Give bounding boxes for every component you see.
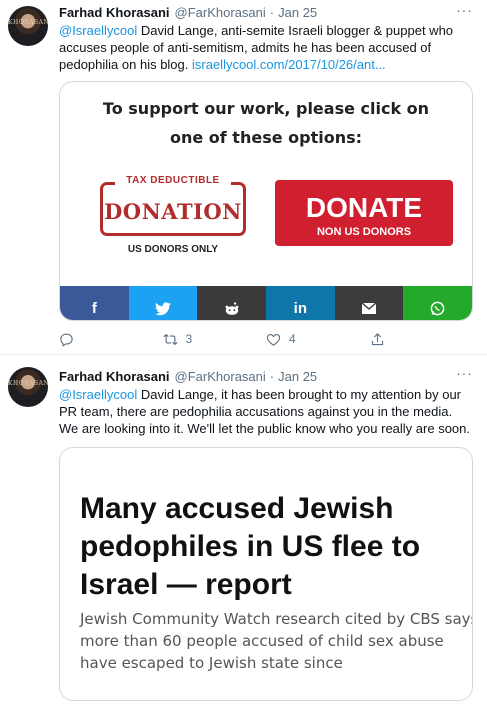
us-donors-label: US DONORS ONLY: [127, 244, 219, 255]
tweet-actions: 3 4: [59, 325, 473, 353]
tweet-header: Farhad Khorasani @FarKhorasani · Jan 25: [59, 367, 473, 386]
avatar-text: KHORASANI: [8, 380, 48, 387]
like-count: 4: [289, 332, 296, 346]
share-icon: [371, 332, 383, 345]
tweet-text: @Israellycool David Lange, it has been b…: [59, 386, 473, 437]
share-bar: f in: [60, 286, 472, 320]
tweet[interactable]: KHORASANI ··· Farhad Khorasani @FarKhora…: [0, 354, 487, 706]
card-headline: To support our work, please click on one…: [102, 99, 430, 147]
tax-deductible-donation-button[interactable]: TAX DEDUCTIBLE DONATION: [100, 175, 246, 236]
tweet-header: Farhad Khorasani @FarKhorasani · Jan 25: [59, 3, 473, 22]
link-card[interactable]: To support our work, please click on one…: [59, 81, 473, 321]
non-us-donors-label: NON US DONORS: [316, 226, 412, 238]
url-link[interactable]: israellycool.com/2017/10/26/ant...: [192, 57, 386, 72]
article-subhead: Jewish Community Watch research cited by…: [80, 610, 473, 672]
reply-icon: [60, 333, 73, 347]
linkedin-icon: in: [293, 300, 308, 317]
tweet-text: @Israellycool David Lange, anti-semite I…: [59, 22, 473, 73]
twitter-icon: [155, 301, 171, 315]
article-headline: Many accused Jewish pedophiles in US fle…: [80, 492, 421, 601]
tweet-body: Farhad Khorasani @FarKhorasani · Jan 25 …: [59, 367, 473, 706]
tweet-date[interactable]: Jan 25: [278, 5, 317, 20]
donate-button[interactable]: DONATE NON US DONORS: [275, 180, 453, 246]
tweet[interactable]: KHORASANI ··· Farhad Khorasani @FarKhora…: [0, 0, 487, 354]
donation-label: DONATION: [104, 199, 242, 224]
user-handle[interactable]: @FarKhorasani: [175, 5, 266, 20]
reddit-share-button[interactable]: [197, 286, 267, 320]
email-icon: [362, 303, 377, 314]
display-name[interactable]: Farhad Khorasani: [59, 369, 170, 384]
retweet-icon: [163, 333, 177, 345]
avatar[interactable]: KHORASANI: [8, 367, 48, 407]
avatar-text: KHORASANI: [8, 19, 48, 26]
whatsapp-icon: [430, 301, 445, 316]
reddit-icon: [225, 301, 239, 315]
whatsapp-share-button[interactable]: [403, 286, 472, 320]
article-card[interactable]: Many accused Jewish pedophiles in US fle…: [59, 447, 473, 701]
separator: ·: [269, 5, 275, 20]
heart-icon: [266, 333, 281, 346]
more-options-icon[interactable]: ···: [456, 2, 473, 18]
like-button[interactable]: 4: [266, 332, 370, 347]
more-options-icon[interactable]: ···: [456, 365, 473, 381]
retweet-button[interactable]: 3: [163, 332, 267, 347]
tweet-date[interactable]: Jan 25: [278, 369, 317, 384]
reply-button[interactable]: [59, 332, 163, 347]
linkedin-share-button[interactable]: in: [266, 286, 335, 320]
retweet-count: 3: [185, 332, 193, 346]
facebook-icon: f: [91, 300, 97, 317]
donation-card-content: To support our work, please click on one…: [60, 82, 472, 270]
donate-label: DONATE: [305, 192, 423, 223]
display-name[interactable]: Farhad Khorasani: [59, 5, 170, 20]
user-handle[interactable]: @FarKhorasani: [175, 369, 266, 384]
avatar[interactable]: KHORASANI: [8, 6, 48, 46]
twitter-share-button[interactable]: [128, 286, 198, 320]
facebook-share-button[interactable]: f: [60, 286, 129, 320]
email-share-button[interactable]: [334, 286, 404, 320]
tax-deductible-label: TAX DEDUCTIBLE: [115, 175, 231, 186]
separator: ·: [269, 369, 275, 384]
mention-link[interactable]: @Israellycool: [59, 387, 137, 402]
tweet-body: Farhad Khorasani @FarKhorasani · Jan 25 …: [59, 3, 473, 353]
mention-link[interactable]: @Israellycool: [59, 23, 137, 38]
share-button[interactable]: [370, 332, 474, 347]
